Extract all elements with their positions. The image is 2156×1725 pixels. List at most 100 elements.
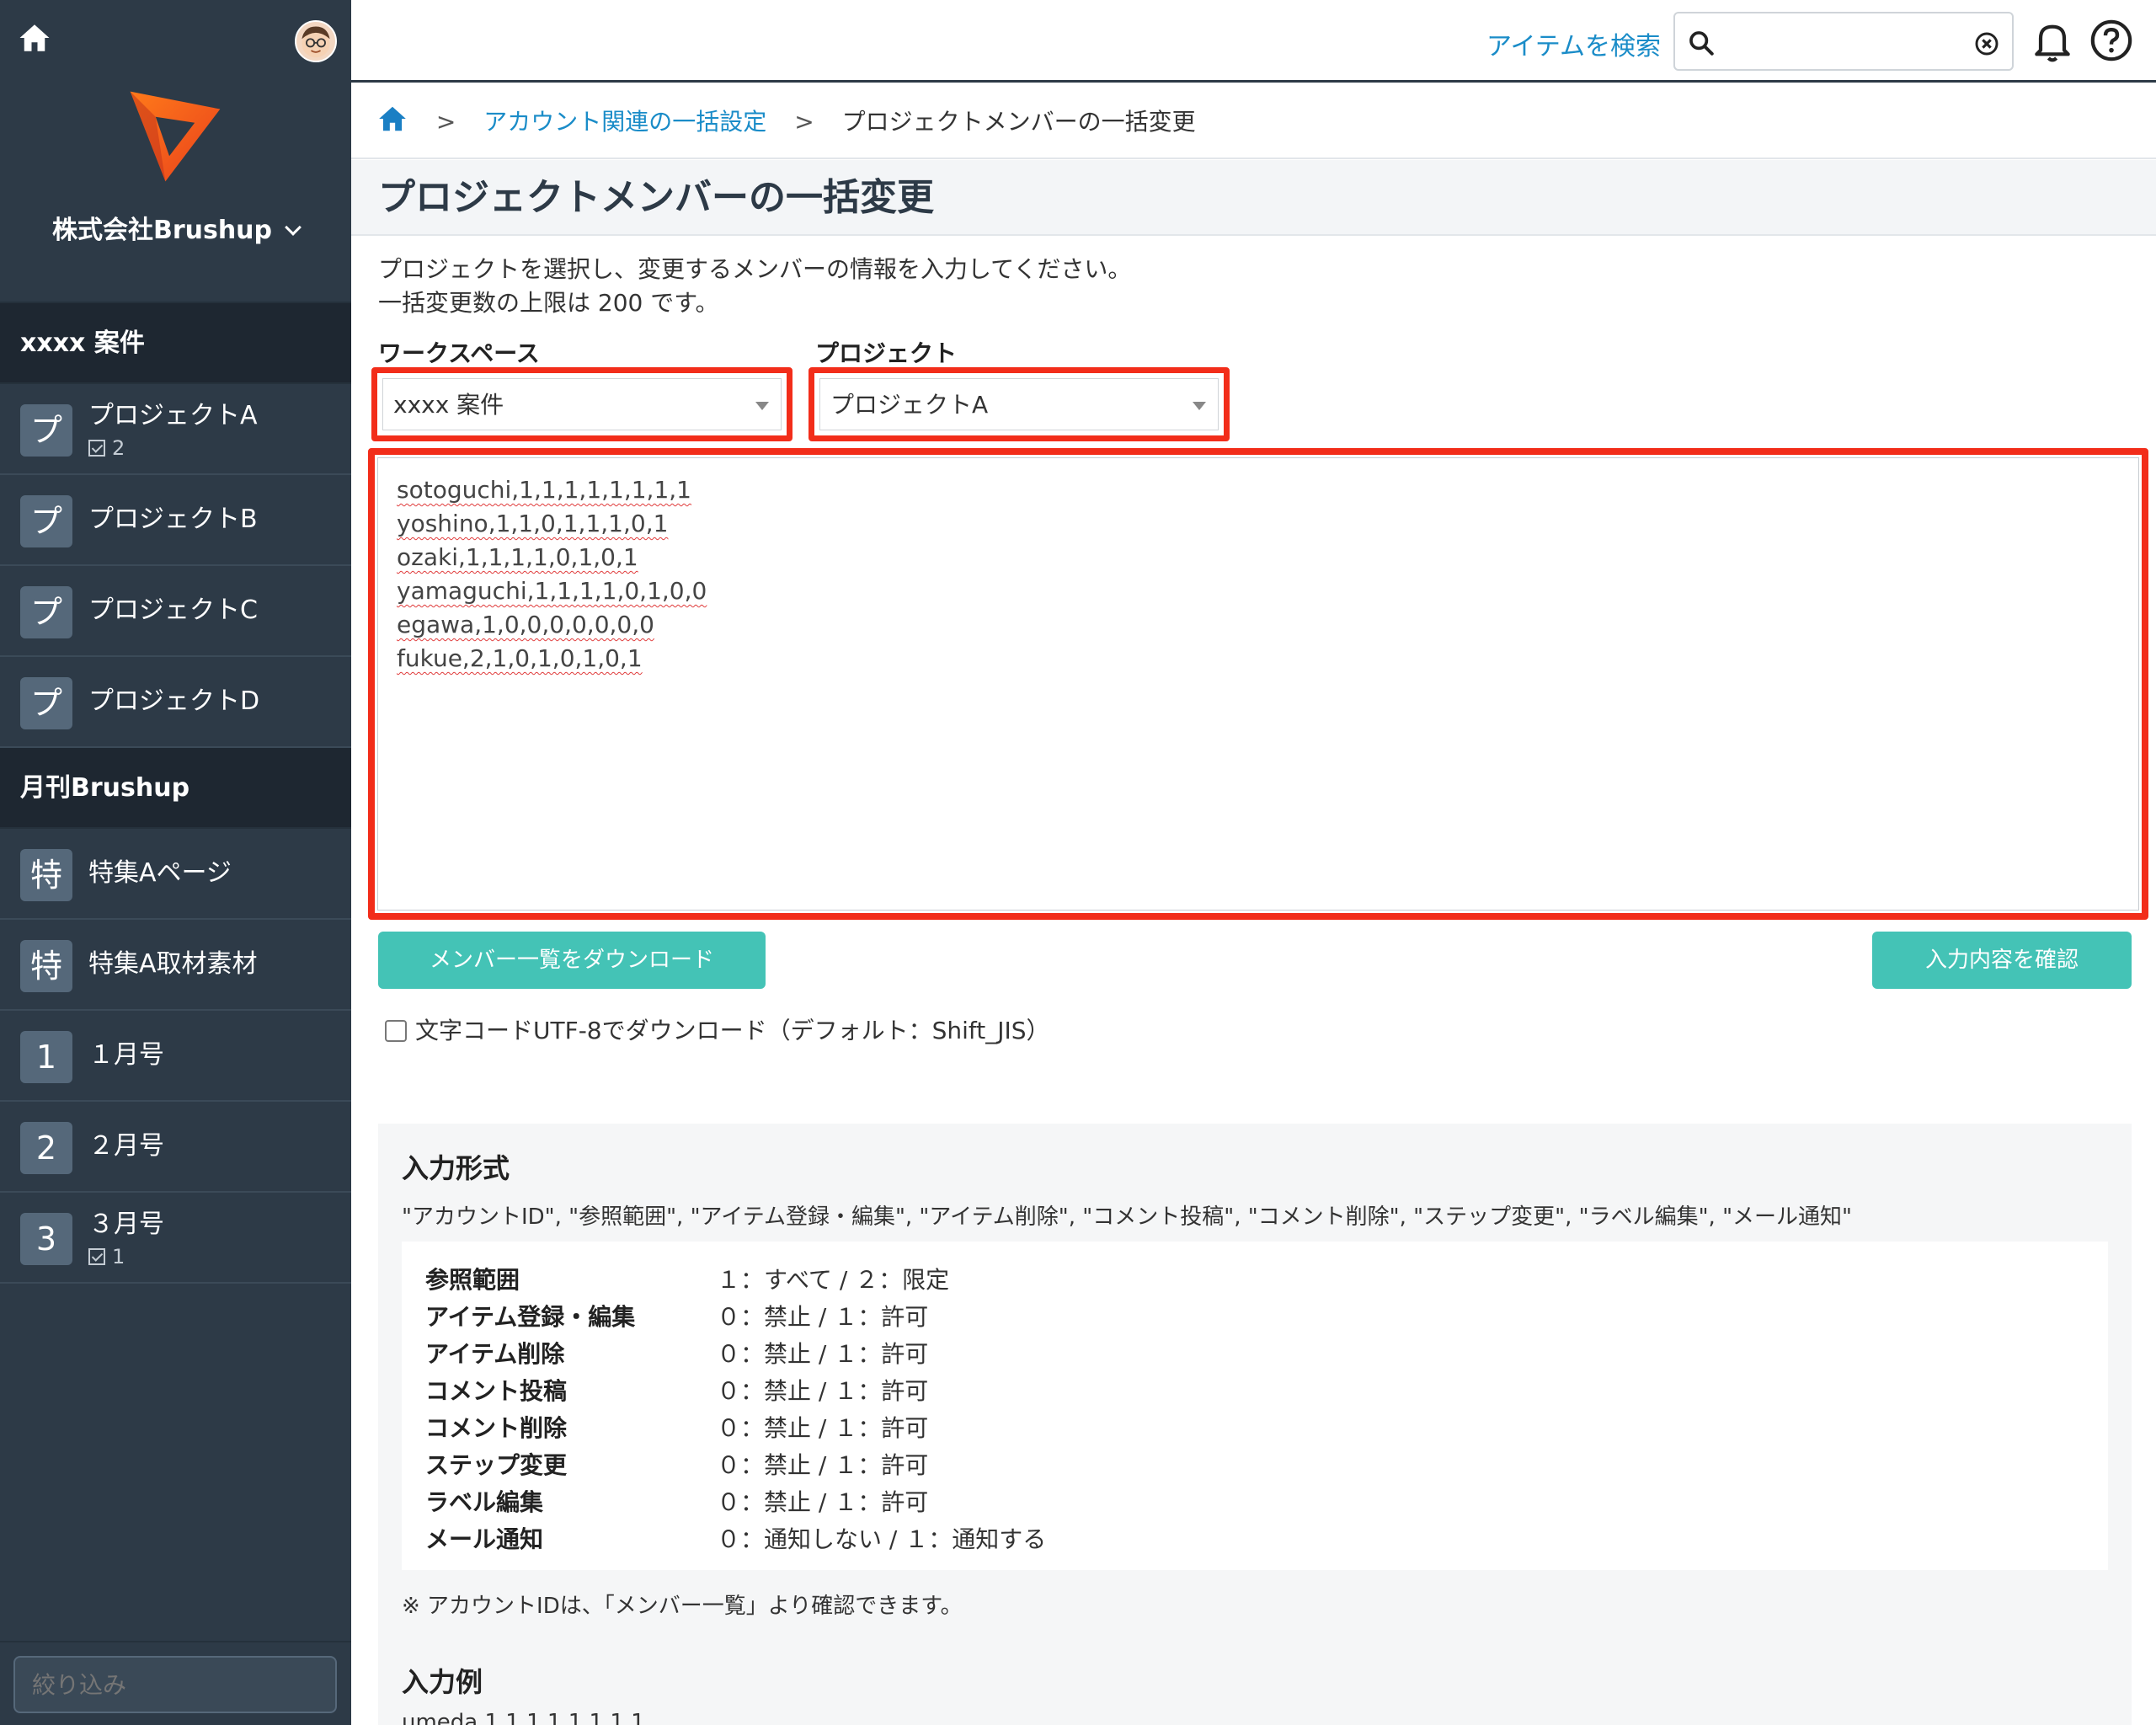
sidebar: 株式会社Brushup xxxx 案件 プ プロジェクトA 2 プ プロジェクト… <box>0 0 351 1725</box>
textarea-line: yamaguchi,1,1,1,1,0,1,0,0 <box>397 577 707 605</box>
textarea-line: egawa,1,0,0,0,0,0,0,0 <box>397 611 654 638</box>
format-key: ラベル編集 <box>425 1488 544 1516</box>
home-icon[interactable] <box>17 20 52 56</box>
description-line: 一括変更数の上限は 200 です。 <box>378 289 719 317</box>
account-id-note: ※ アカウントIDは、「メンバー一覧」より確認できます。 <box>402 1594 963 1619</box>
format-row: アイテム削除 ０：禁止 / １：許可 <box>425 1336 2084 1373</box>
organization-name[interactable]: 株式会社Brushup <box>0 209 351 246</box>
member-input-textarea[interactable]: sotoguchi,1,1,1,1,1,1,1,1 yoshino,1,1,0,… <box>377 457 2139 911</box>
breadcrumb-separator: > <box>794 108 814 136</box>
project-select-value: プロジェクトA <box>830 391 989 419</box>
sidebar-item-label: 特集Aページ <box>88 858 232 888</box>
project-label: プロジェクト <box>815 339 958 367</box>
utf8-download-option[interactable]: 文字コードUTF-8でダウンロード（デフォルト：Shift_JIS） <box>385 1012 1050 1046</box>
project-icon: 2 <box>20 1122 72 1174</box>
input-format-columns: "アカウントID", "参照範囲", "アイテム登録・編集", "アイテム削除"… <box>402 1204 1852 1230</box>
task-count-value: 2 <box>112 436 125 460</box>
sidebar-item-project-d[interactable]: プ プロジェクトD <box>0 657 351 748</box>
sidebar-item-label: １月号 <box>88 1040 164 1070</box>
workspace-select-value: xxxx 案件 <box>393 391 504 419</box>
format-key: メール通知 <box>425 1525 544 1553</box>
sidebar-item-january[interactable]: 1 １月号 <box>0 1011 351 1102</box>
breadcrumb-link-account-settings[interactable]: アカウント関連の一括設定 <box>483 108 766 136</box>
workspace-label: ワークスペース <box>378 339 540 367</box>
task-count-value: 1 <box>112 1245 125 1268</box>
sidebar-item-feature-a-materials[interactable]: 特 特集A取材素材 <box>0 920 351 1011</box>
sidebar-item-label: プロジェクトC <box>88 595 258 625</box>
sidebar-item-feature-a-page[interactable]: 特 特集Aページ <box>0 829 351 920</box>
input-format-heading: 入力形式 <box>402 1152 510 1184</box>
format-row: メール通知 ０：通知しない / １：通知する <box>425 1521 2084 1558</box>
sidebar-item-label: プロジェクトB <box>88 505 258 534</box>
format-row: ステップ変更 ０：禁止 / １：許可 <box>425 1447 2084 1484</box>
sidebar-item-february[interactable]: 2 ２月号 <box>0 1102 351 1193</box>
format-key: コメント投稿 <box>425 1377 568 1405</box>
sidebar-item-project-c[interactable]: プ プロジェクトC <box>0 566 351 657</box>
sidebar-item-project-a[interactable]: プ プロジェクトA 2 <box>0 384 351 475</box>
confirm-input-button[interactable]: 入力内容を確認 <box>1872 932 2132 989</box>
format-row: コメント削除 ０：禁止 / １：許可 <box>425 1410 2084 1447</box>
breadcrumb-home-icon[interactable] <box>376 103 408 135</box>
format-key: アイテム登録・編集 <box>425 1303 636 1331</box>
breadcrumb: > アカウント関連の一括設定 > プロジェクトメンバーの一括変更 <box>351 85 2156 159</box>
checkbox-task-icon <box>88 1248 105 1265</box>
project-select-highlight: プロジェクトA <box>808 367 1230 441</box>
utf8-checkbox-label: 文字コードUTF-8でダウンロード（デフォルト：Shift_JIS） <box>415 1017 1050 1044</box>
project-icon: 特 <box>20 849 72 901</box>
format-row: コメント投稿 ０：禁止 / １：許可 <box>425 1373 2084 1410</box>
page-description: プロジェクトを選択し、変更するメンバーの情報を入力してください。 一括変更数の上… <box>378 253 1131 320</box>
format-value: １：すべて / ２：限定 <box>717 1266 950 1294</box>
project-icon: 3 <box>20 1213 72 1265</box>
format-value: ０：禁止 / １：許可 <box>717 1377 929 1405</box>
organization-name-label: 株式会社Brushup <box>51 216 273 245</box>
format-value: ０：禁止 / １：許可 <box>717 1488 929 1516</box>
format-value: ０：禁止 / １：許可 <box>717 1414 929 1442</box>
format-value: ０：禁止 / １：許可 <box>717 1340 929 1368</box>
help-icon[interactable] <box>2088 17 2135 64</box>
top-bar: アイテムを検索 <box>351 0 2156 83</box>
utf8-checkbox[interactable] <box>385 1020 407 1042</box>
format-value: ０：禁止 / １：許可 <box>717 1303 929 1331</box>
sidebar-item-label: プロジェクトD <box>88 686 260 716</box>
input-format-table: 参照範囲 １：すべて / ２：限定 アイテム登録・編集 ０：禁止 / １：許可 アイ… <box>402 1242 2108 1570</box>
project-icon: プ <box>20 404 72 457</box>
sidebar-footer <box>0 1641 351 1725</box>
description-line: プロジェクトを選択し、変更するメンバーの情報を入力してください。 <box>378 255 1132 283</box>
filter-input[interactable] <box>13 1656 337 1713</box>
member-input-highlight: sotoguchi,1,1,1,1,1,1,1,1 yoshino,1,1,0,… <box>368 448 2148 920</box>
breadcrumb-current: プロジェクトメンバーの一括変更 <box>841 108 1196 136</box>
workspace-select-highlight: xxxx 案件 <box>371 367 792 441</box>
textarea-line: yoshino,1,1,0,1,1,1,0,1 <box>397 510 669 537</box>
sidebar-item-label: プロジェクトA <box>88 401 258 430</box>
sidebar-item-march[interactable]: 3 ３月号 1 <box>0 1193 351 1284</box>
format-value: ０：禁止 / １：許可 <box>717 1451 929 1479</box>
sidebar-item-project-b[interactable]: プ プロジェクトB <box>0 475 351 566</box>
workspace-select[interactable]: xxxx 案件 <box>382 378 782 430</box>
user-avatar[interactable] <box>295 20 337 62</box>
format-key: コメント削除 <box>425 1414 568 1442</box>
project-select[interactable]: プロジェクトA <box>819 378 1219 430</box>
sidebar-group-header[interactable]: 月刊Brushup <box>0 748 351 829</box>
checkbox-task-icon <box>88 440 105 457</box>
format-row: ラベル編集 ０：禁止 / １：許可 <box>425 1484 2084 1521</box>
input-example-heading: 入力例 <box>402 1666 483 1698</box>
chevron-down-icon <box>285 219 302 236</box>
project-icon: プ <box>20 677 72 729</box>
clear-icon[interactable] <box>1973 30 2000 57</box>
format-key: 参照範囲 <box>425 1266 520 1294</box>
download-member-list-button[interactable]: メンバー一覧をダウンロード <box>378 932 766 989</box>
format-row: 参照範囲 １：すべて / ２：限定 <box>425 1262 2084 1299</box>
search-items-link[interactable]: アイテムを検索 <box>1486 25 1661 62</box>
sidebar-item-label: ３月号 <box>88 1210 164 1239</box>
input-example-line: umeda,1,1,1,1,1,1,1,1 <box>402 1710 645 1725</box>
format-value: ０：通知しない / １：通知する <box>717 1525 1047 1553</box>
sidebar-group-header[interactable]: xxxx 案件 <box>0 303 351 384</box>
textarea-line: sotoguchi,1,1,1,1,1,1,1,1 <box>397 476 691 504</box>
bell-icon[interactable] <box>2029 17 2076 64</box>
sidebar-header: 株式会社Brushup <box>0 0 351 303</box>
breadcrumb-separator: > <box>435 108 456 136</box>
task-count: 1 <box>88 1245 125 1268</box>
project-icon: プ <box>20 586 72 638</box>
search-input[interactable] <box>1673 12 2014 71</box>
textarea-line: ozaki,1,1,1,1,0,1,0,1 <box>397 543 638 571</box>
